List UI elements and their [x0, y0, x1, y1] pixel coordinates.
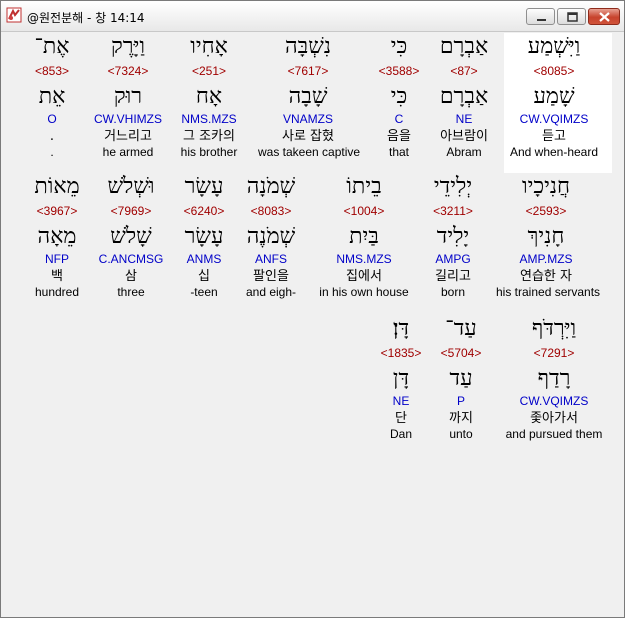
english-gloss: was takeen captive — [258, 145, 361, 159]
lemma-word: שָׁמַע — [533, 84, 575, 109]
english-gloss: born — [440, 285, 466, 299]
lemma-word: דָּן — [392, 366, 410, 391]
window-right-margin — [612, 33, 623, 613]
maximize-icon — [567, 12, 578, 22]
lemma-word: כִּי — [390, 84, 408, 109]
title-bar[interactable]: @원전분해 - 창 14:14 — [1, 1, 624, 32]
minimize-icon — [537, 19, 546, 21]
hebrew-word: כִּי — [390, 34, 408, 59]
lemma-word: חָנִיךְ — [527, 224, 565, 249]
morphology-code: CW.VQIMZS — [519, 394, 589, 408]
english-gloss: hundred — [34, 285, 80, 299]
lemma-word: יָלִיד — [436, 224, 470, 249]
lemma-word: בַּיִת — [349, 224, 379, 249]
english-gloss: his trained servants — [496, 285, 601, 299]
word-cell[interactable]: חֲנִיכָיו <2593> חָנִיךְ AMP.MZS 연습한 자 his tr… — [496, 174, 601, 300]
morphology-code: C — [394, 112, 404, 126]
word-cell[interactable]: וַיִּשְׁמַע <8085> שָׁמַע CW.VQIMZS 듣고 And wh… — [504, 34, 604, 160]
morphology-code: O — [47, 112, 57, 126]
korean-gloss: 집에서 — [346, 269, 382, 284]
korean-gloss: 길리고 — [435, 269, 471, 284]
morphology-code: NMS.MZS — [336, 252, 392, 266]
morphology-code: NE — [392, 394, 410, 408]
morphology-code: AMP.MZS — [519, 252, 573, 266]
korean-gloss: 좇아가서 — [530, 411, 578, 426]
maximize-button[interactable] — [557, 8, 586, 25]
word-cell[interactable]: דָּן׃ <1835> דָּן NE 단 Dan — [351, 316, 451, 442]
word-cell[interactable]: מֵאוֹת <3967> מֵאָה NFP 백 hundred — [7, 174, 107, 300]
hebrew-word: דָּן׃ — [392, 316, 410, 341]
hebrew-word: בֵיתוֹ — [346, 174, 382, 199]
korean-gloss: 백 — [51, 269, 63, 284]
morphology-code: VNAMZS — [282, 112, 333, 126]
hebrew-word: וַיִּרְדֹּף — [531, 316, 577, 341]
lemma-word: רָדַף — [537, 366, 571, 391]
english-gloss: . — [50, 145, 54, 159]
korean-gloss: 단 — [395, 411, 407, 426]
korean-gloss: . — [49, 129, 55, 144]
parsing-panel: וַיִּשְׁמַע <8085> שָׁמַע CW.VQIMZS 듣고 And wh… — [4, 33, 612, 613]
lemma-word: שָׁבָה — [288, 84, 328, 109]
close-icon — [599, 12, 610, 22]
word-cell[interactable]: נִשְׁבָּה <7617> שָׁבָה VNAMZS 사로 잡혔 was take… — [258, 34, 361, 160]
hebrew-word: יְלִידֵי — [433, 174, 473, 199]
window-title: @원전분해 - 창 14:14 — [27, 11, 145, 25]
korean-gloss: 연습한 자 — [520, 269, 572, 284]
strong-number: <1835> — [380, 346, 422, 360]
close-button[interactable] — [588, 8, 620, 25]
strong-number: <7291> — [533, 346, 575, 360]
lemma-word: מֵאָה — [37, 224, 77, 249]
strong-number: <7617> — [287, 64, 329, 78]
strong-number: <3588> — [378, 64, 420, 78]
strong-number: <3211> — [433, 204, 473, 218]
minimize-button[interactable] — [526, 8, 555, 25]
english-gloss: that — [388, 145, 409, 159]
morphology-code: AMPG — [435, 252, 471, 266]
strong-number: <2593> — [525, 204, 567, 218]
morphology-code: CW.VQIMZS — [519, 112, 589, 126]
app-window: @원전분해 - 창 14:14 וַיִּשְׁמַע <8085> שָׁמַע C… — [0, 0, 625, 618]
strong-number: <3967> — [36, 204, 78, 218]
word-cell[interactable]: וַיִּרְדֹּף <7291> רָדַף CW.VQIMZS 좇아가서 and p… — [504, 316, 604, 442]
english-gloss: and pursued them — [505, 427, 603, 441]
word-cell[interactable]: כִּי <3588> כִּי C 음을 that — [349, 34, 449, 160]
word-cell[interactable]: אֶת־ <853> אֵת O.. — [4, 34, 102, 160]
hebrew-word: מֵאוֹת — [34, 174, 80, 199]
korean-gloss: 음을 — [387, 129, 411, 144]
korean-gloss: 듣고 — [542, 129, 566, 144]
english-gloss: in his own house — [319, 285, 409, 299]
lemma-word: אֵת — [38, 84, 66, 109]
english-gloss: Dan — [389, 427, 412, 441]
english-gloss: And when-heard — [509, 145, 599, 159]
strong-number: <1004> — [343, 204, 385, 218]
hebrew-word: חֲנִיכָיו — [521, 174, 571, 199]
word-cell[interactable]: בֵיתוֹ <1004> בַּיִת NMS.MZS 집에서 in his own h… — [314, 174, 414, 300]
app-icon[interactable] — [6, 7, 22, 23]
morphology-code: NFP — [45, 252, 69, 266]
word-cell[interactable]: יְלִידֵי <3211> יָלִיד AMPG 길리고 born — [403, 174, 503, 300]
hebrew-word: נִשְׁבָּה — [285, 34, 331, 59]
strong-number: <8085> — [533, 64, 575, 78]
korean-gloss: 사로 잡혔 — [282, 129, 334, 144]
hebrew-word: אֶת־ — [34, 34, 70, 59]
hebrew-word: וַיִּשְׁמַע — [527, 34, 581, 59]
strong-number: <853> — [34, 64, 70, 78]
